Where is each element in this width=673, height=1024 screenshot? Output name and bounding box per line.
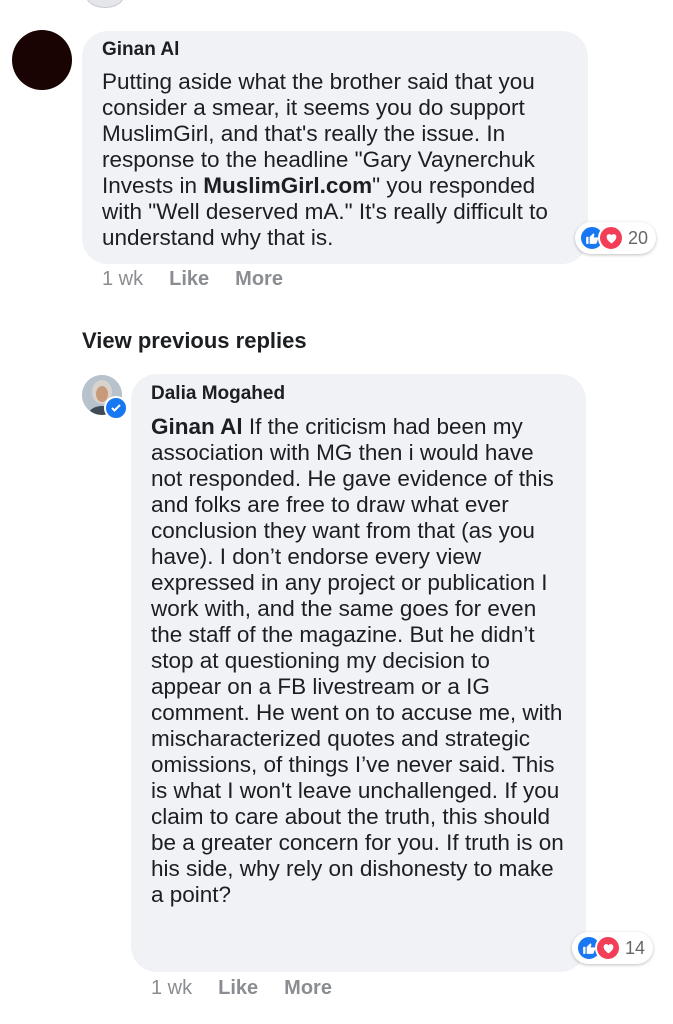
avatar[interactable] [12, 30, 72, 90]
reply-actions: 1 wk Like More [151, 977, 332, 1000]
view-previous-replies-link[interactable]: View previous replies [82, 328, 307, 354]
more-button[interactable]: More [235, 268, 283, 291]
reaction-count: 20 [628, 227, 649, 248]
reply-text: Ginan Al If the criticism had been my as… [151, 414, 566, 908]
comment-text: Putting aside what the brother said that… [102, 69, 568, 251]
love-reaction-icon [598, 225, 624, 251]
verified-badge-icon [104, 396, 128, 420]
reaction-count: 14 [625, 937, 646, 958]
love-reaction-icon [595, 935, 621, 961]
reactions-summary[interactable]: 20 [575, 222, 657, 254]
previous-avatar-partial [86, 0, 124, 8]
reply-time[interactable]: 1 wk [151, 977, 192, 1000]
like-button[interactable]: Like [218, 977, 258, 1000]
reply-text-part: If the criticism had been my association… [151, 414, 564, 907]
mention-link[interactable]: Ginan Al [151, 414, 243, 439]
comment-author[interactable]: Ginan Al [102, 39, 568, 61]
reply-author[interactable]: Dalia Mogahed [151, 383, 566, 405]
like-button[interactable]: Like [169, 268, 209, 291]
reply-bubble: Dalia Mogahed Ginan Al If the criticism … [131, 374, 586, 972]
comment-time[interactable]: 1 wk [102, 268, 143, 291]
reactions-summary[interactable]: 14 [572, 932, 654, 964]
more-button[interactable]: More [284, 977, 332, 1000]
comment-actions: 1 wk Like More [102, 268, 283, 291]
comment-bubble: Ginan Al Putting aside what the brother … [82, 31, 588, 264]
comment-link[interactable]: MuslimGirl.com [203, 173, 372, 198]
